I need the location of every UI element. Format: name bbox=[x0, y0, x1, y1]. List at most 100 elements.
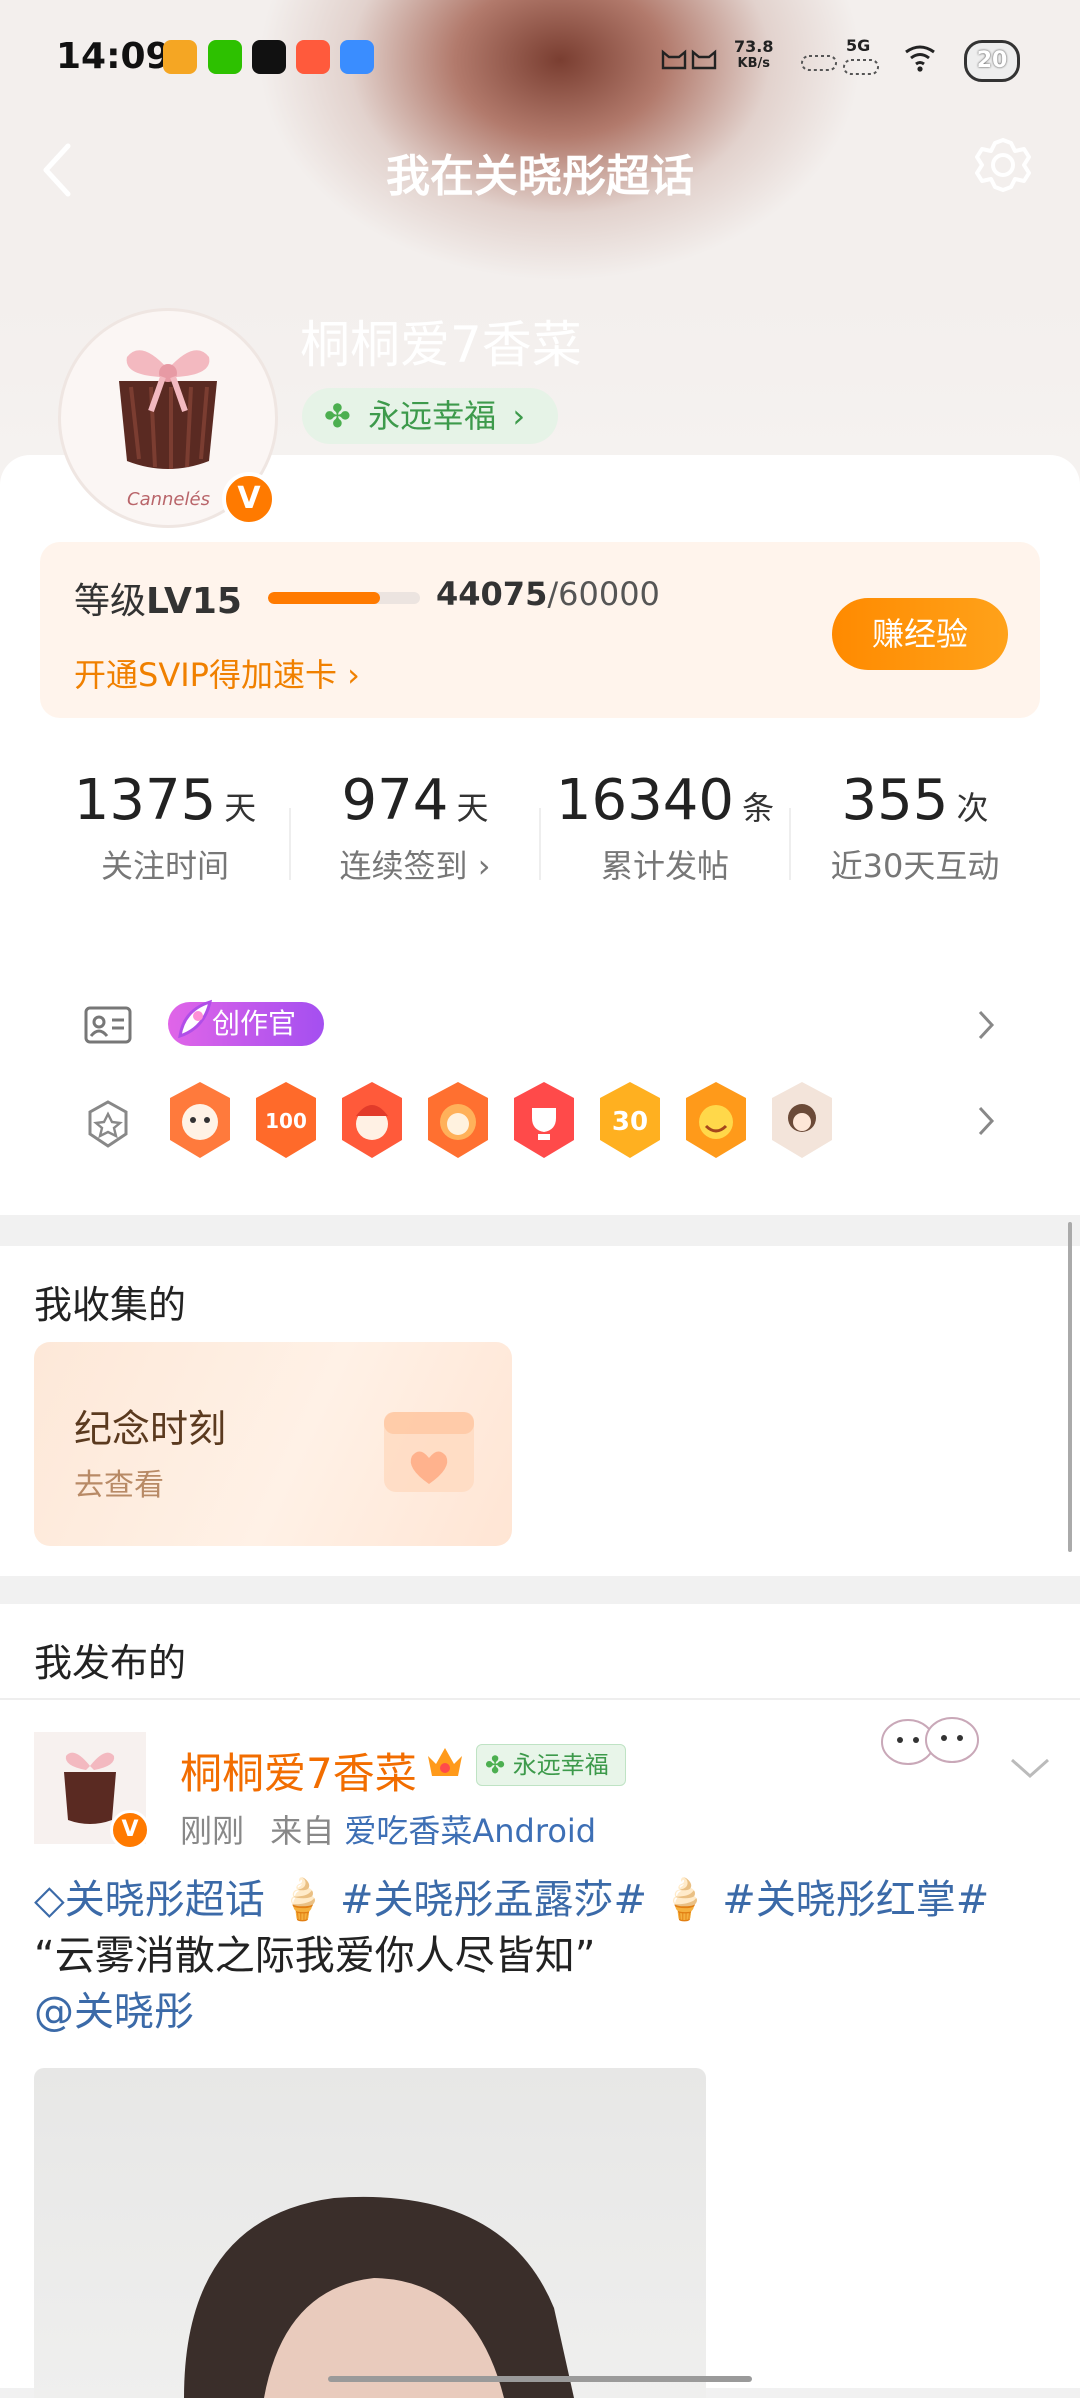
level-progress-bar bbox=[268, 592, 420, 604]
level-progress-text: 44075/60000 bbox=[436, 575, 660, 613]
sticker-bears bbox=[881, 1717, 979, 1765]
post-luck-label: 永远幸福 bbox=[512, 1751, 609, 1779]
luck-badge-label: 永远幸福 bbox=[368, 397, 497, 435]
exp-current: 44075 bbox=[436, 575, 548, 613]
hd-signal-icon bbox=[801, 55, 837, 71]
stat-label-row: 连续签到 › bbox=[290, 841, 540, 887]
page-title: 我在关晓彤超话 bbox=[386, 151, 694, 202]
post-image[interactable] bbox=[34, 2068, 706, 2398]
crown-badge-icon bbox=[428, 1748, 462, 1776]
chevron-right-icon[interactable] bbox=[976, 1104, 996, 1138]
supertopic-link[interactable]: 关晓彤超话 bbox=[65, 1877, 265, 1923]
hashtag-link[interactable]: #关晓彤红掌# bbox=[722, 1877, 989, 1923]
collected-title: 我收集的 bbox=[34, 1283, 187, 1327]
hashtag-link[interactable]: #关晓彤孟露莎# bbox=[340, 1877, 647, 1923]
gear-icon[interactable] bbox=[968, 130, 1038, 200]
svg-text:100: 100 bbox=[265, 1109, 307, 1133]
post-luck-badge: ✤ 永远幸福 bbox=[476, 1744, 626, 1786]
stat-value: 355 bbox=[841, 768, 949, 833]
stat-unit: 条 bbox=[742, 789, 775, 827]
stat-value: 1375 bbox=[73, 768, 217, 833]
speed-unit: KB/s bbox=[737, 56, 770, 71]
medal-lion[interactable] bbox=[424, 1080, 492, 1160]
post-topics-line: ◇关晓彤超话 🍦 #关晓彤孟露莎# 🍦 #关晓彤红掌# bbox=[34, 1872, 1044, 1928]
mention-link[interactable]: @关晓彤 bbox=[34, 1984, 1044, 2040]
stat-value: 16340 bbox=[555, 768, 735, 833]
id-card-icon bbox=[84, 1006, 132, 1044]
stat-checkin-days[interactable]: 974 天 连续签到 › bbox=[290, 768, 540, 887]
medal-emoji[interactable] bbox=[682, 1080, 750, 1160]
stat-unit: 次 bbox=[956, 789, 989, 827]
calendar-heart-icon bbox=[384, 1412, 474, 1492]
medal-trophy[interactable] bbox=[510, 1080, 578, 1160]
ice-cream-icon: 🍦 bbox=[659, 1877, 710, 1923]
stat-label: 近30天互动 bbox=[830, 847, 1000, 885]
avatar-caption: Cannelés bbox=[127, 489, 210, 510]
signal-icon bbox=[843, 59, 879, 75]
wifi-icon bbox=[905, 45, 935, 72]
cat-status-icon bbox=[661, 49, 717, 70]
stat-label: 关注时间 bbox=[100, 847, 229, 885]
luck-badge[interactable]: ✤ 永远幸福 › bbox=[302, 388, 558, 444]
memorial-title: 纪念时刻 bbox=[74, 1407, 227, 1451]
network-speed: 73.8 KB/s bbox=[734, 38, 773, 72]
level-value: LV15 bbox=[146, 581, 242, 622]
level-prefix: 等级 bbox=[74, 581, 147, 622]
chevron-down-icon[interactable] bbox=[1008, 1754, 1052, 1782]
home-indicator[interactable] bbox=[328, 2376, 752, 2382]
post-meta: 刚刚 来自 爱吃香菜Android bbox=[180, 1806, 596, 1852]
chevron-right-icon[interactable] bbox=[976, 1008, 996, 1042]
stat-label: 累计发帖 bbox=[600, 847, 729, 885]
diamond-icon: ◇ bbox=[34, 1877, 65, 1923]
stat-unit: 天 bbox=[224, 789, 257, 827]
exp-total: /60000 bbox=[547, 575, 660, 613]
creator-badge-label: 创作官 bbox=[212, 1007, 297, 1040]
medal-cat[interactable] bbox=[166, 1080, 234, 1160]
stat-follow-days: 1375 天 关注时间 bbox=[40, 768, 290, 887]
memorial-subtitle: 去查看 bbox=[74, 1468, 164, 1503]
medal-girl[interactable] bbox=[768, 1080, 836, 1160]
rocket-icon bbox=[178, 999, 213, 1039]
post-content: ◇关晓彤超话 🍦 #关晓彤孟露莎# 🍦 #关晓彤红掌# “云雾消散之际我爱你人尽… bbox=[34, 1872, 1044, 2040]
stat-posts: 16340 条 累计发帖 bbox=[540, 768, 790, 887]
nickname: 桐桐爱7香菜 bbox=[300, 316, 582, 374]
stat-value: 974 bbox=[341, 768, 449, 833]
level-label: 等级LV15 bbox=[74, 572, 242, 624]
battery-level: 20 bbox=[976, 48, 1008, 73]
clover-icon: ✤ bbox=[324, 397, 351, 435]
post-author[interactable]: 桐桐爱7香菜 bbox=[180, 1740, 417, 1801]
verified-badge: V bbox=[222, 472, 276, 526]
wechat-icon bbox=[208, 40, 242, 74]
post-source[interactable]: 爱吃香菜Android bbox=[344, 1812, 596, 1850]
svip-link[interactable]: 开通SVIP得加速卡 › bbox=[74, 650, 360, 696]
post-from: 来自 bbox=[270, 1812, 335, 1850]
post-time: 刚刚 bbox=[180, 1812, 245, 1850]
stat-unit: 天 bbox=[456, 789, 489, 827]
post-quote: “云雾消散之际我爱你人尽皆知” bbox=[34, 1933, 596, 1979]
medal-icon bbox=[88, 1100, 128, 1148]
app-icon-red bbox=[296, 40, 330, 74]
level-progress-fill bbox=[268, 592, 380, 604]
verified-badge: V bbox=[110, 1810, 150, 1850]
chevron-right-icon: › bbox=[512, 397, 526, 435]
posted-title: 我发布的 bbox=[34, 1641, 187, 1685]
svg-text:30: 30 bbox=[612, 1107, 648, 1137]
stat-label: 连续签到 bbox=[339, 847, 468, 885]
medal-100-days[interactable]: 100 bbox=[252, 1080, 320, 1160]
tiktok-icon bbox=[252, 40, 286, 74]
app-icon-blue bbox=[340, 40, 374, 74]
battery-icon: 20 bbox=[964, 40, 1020, 82]
svip-text: 开通SVIP得加速卡 bbox=[74, 656, 337, 694]
speed-value: 73.8 bbox=[734, 37, 774, 56]
stats-row: 1375 天 关注时间 974 天 连续签到 › 16340 条 累计发帖 355 次 … bbox=[40, 748, 1040, 928]
portrait-photo bbox=[184, 2196, 574, 2398]
clover-icon: ✤ bbox=[485, 1751, 506, 1779]
stat-interactions: 355 次 近30天互动 bbox=[790, 768, 1040, 887]
scrollbar[interactable] bbox=[1068, 1222, 1072, 1552]
medal-red-hood[interactable] bbox=[338, 1080, 406, 1160]
weibo-icon bbox=[163, 40, 197, 74]
chevron-right-icon: › bbox=[467, 847, 491, 885]
earn-exp-button[interactable]: 赚经验 bbox=[832, 598, 1008, 670]
status-time: 14:09 bbox=[56, 36, 171, 77]
medal-30-days[interactable]: 30 bbox=[596, 1080, 664, 1160]
